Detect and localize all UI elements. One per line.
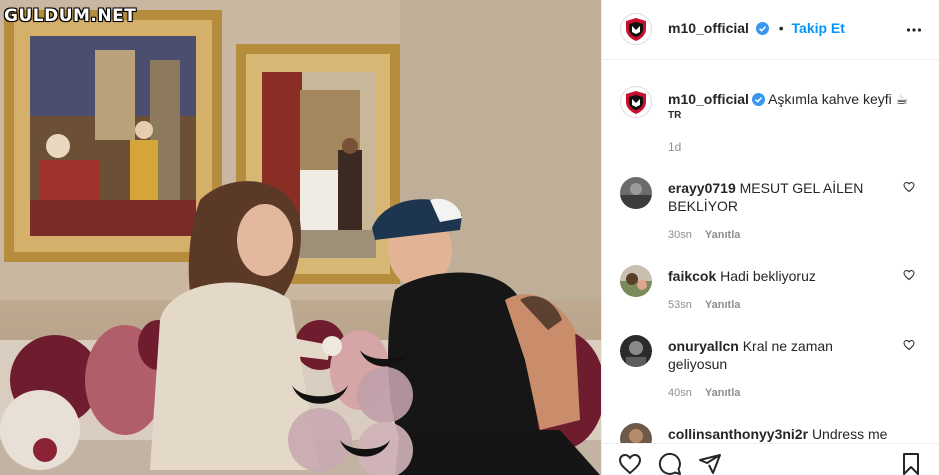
m10-logo-icon	[626, 18, 646, 41]
comment-meta: 30sn Yanıtla	[668, 229, 740, 241]
post-header: m10_official • Takip Et	[602, 0, 939, 60]
m10-logo-icon	[626, 91, 646, 114]
post-photo[interactable]: GULDUM.NET	[0, 0, 601, 475]
comment-text-line: erayy0719 MESUT GEL AİLEN BEKLİYOR	[668, 179, 893, 215]
caption-avatar[interactable]	[620, 86, 652, 118]
comment-username[interactable]: erayy0719	[668, 180, 736, 196]
comment-text: Undress me	[811, 426, 888, 442]
reply-button[interactable]: Yanıtla	[705, 387, 740, 399]
comment-username[interactable]: collinsanthonyy3ni2r	[668, 426, 808, 442]
caption-text: Aşkımla kahve keyfi	[768, 91, 892, 107]
more-options-icon[interactable]	[906, 22, 922, 38]
header-user-line: m10_official • Takip Et	[668, 20, 845, 36]
verified-badge-icon	[755, 22, 769, 35]
comment-avatar[interactable]	[620, 177, 652, 209]
header-username[interactable]: m10_official	[668, 20, 749, 36]
reply-button[interactable]: Yanıtla	[705, 229, 740, 241]
post-side-panel: m10_official • Takip Et m10_official Aşk…	[601, 0, 939, 475]
comment-icon[interactable]	[658, 452, 682, 475]
caption-username[interactable]: m10_official	[668, 91, 749, 107]
verified-badge-icon	[751, 93, 765, 106]
reply-button[interactable]: Yanıtla	[705, 299, 740, 311]
photo-illustration	[0, 0, 601, 475]
follow-button[interactable]: Takip Et	[792, 20, 845, 36]
comment-text-line: collinsanthonyy3ni2r Undress me	[668, 425, 893, 443]
caption-text-line: m10_official Aşkımla kahve keyfi ☕	[668, 90, 928, 108]
heart-icon[interactable]	[903, 339, 915, 351]
comment-username[interactable]: onuryallcn	[668, 338, 739, 354]
comment-meta: 53sn Yanıtla	[668, 299, 740, 311]
action-bar	[602, 443, 939, 475]
share-icon[interactable]	[698, 452, 722, 475]
comment-time[interactable]: 30sn	[668, 229, 692, 241]
profile-avatar[interactable]	[620, 13, 652, 45]
language-tag: TR	[668, 110, 682, 121]
comment-avatar[interactable]	[620, 335, 652, 367]
post-time[interactable]: 1d	[668, 140, 681, 154]
avatar-image	[620, 265, 652, 297]
comment-text-line: onuryallcn Kral ne zaman geliyosun	[668, 337, 893, 373]
coffee-emoji: ☕	[895, 91, 909, 107]
comment-username[interactable]: faikcok	[668, 268, 716, 284]
heart-icon[interactable]	[618, 452, 642, 475]
follow-separator: •	[778, 20, 784, 36]
comment-meta: 40sn Yanıtla	[668, 387, 740, 399]
comment-text-line: faikcok Hadi bekliyoruz	[668, 267, 893, 285]
comment-text: Hadi bekliyoruz	[720, 268, 816, 284]
bookmark-icon[interactable]	[899, 452, 923, 475]
comment-time[interactable]: 40sn	[668, 387, 692, 399]
comment-avatar[interactable]	[620, 265, 652, 297]
comment-time[interactable]: 53sn	[668, 299, 692, 311]
heart-icon[interactable]	[903, 269, 915, 281]
avatar-image	[620, 335, 652, 367]
avatar-image	[620, 177, 652, 209]
watermark-text: GULDUM.NET	[4, 6, 137, 26]
heart-icon[interactable]	[903, 181, 915, 193]
